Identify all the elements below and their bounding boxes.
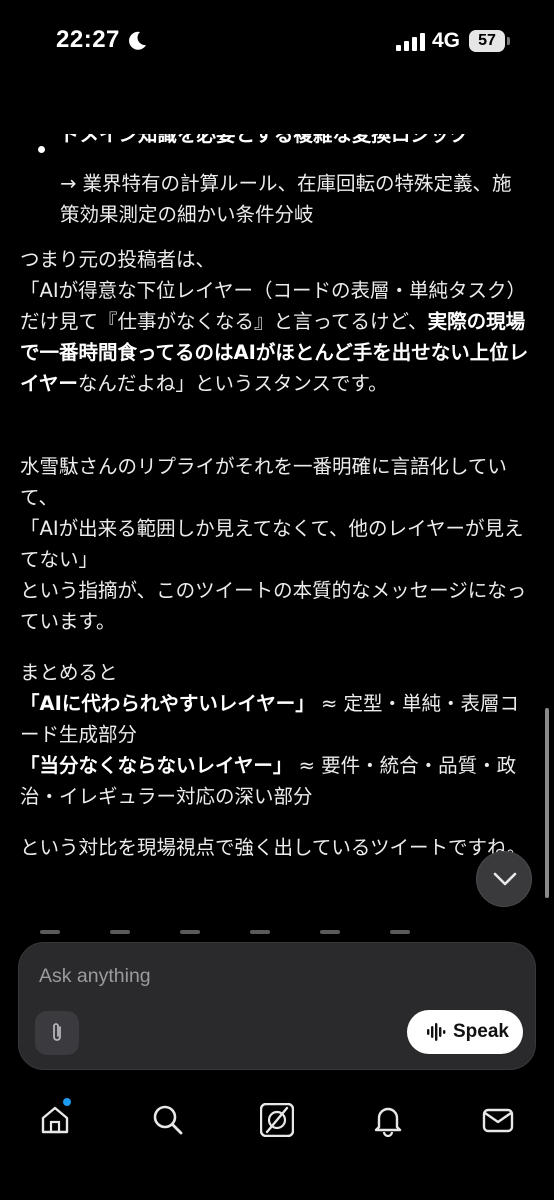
bullet-dot: [38, 146, 45, 153]
moon-icon: [129, 31, 146, 50]
conclusion-bold-2: 「当分なくならないレイヤー」: [20, 754, 293, 777]
speak-label: Speak: [453, 1021, 509, 1042]
reply-end: という指摘が、このツイートの本質的なメッセージになっています。: [20, 579, 527, 633]
tab-grok[interactable]: [255, 1098, 299, 1142]
paragraph-closing: という対比を現場視点で強く出しているツイートですね。: [20, 836, 527, 859]
battery-indicator: 57: [469, 30, 505, 52]
bell-icon: [374, 1107, 402, 1137]
ask-input[interactable]: [39, 961, 499, 991]
tab-home[interactable]: [33, 1098, 77, 1142]
composer: Speak: [18, 942, 536, 1070]
summary-end: なんだよね」というスタンスです。: [77, 372, 388, 395]
paragraph-summary: つまり元の投稿者は、 「AIが得意な下位レイヤー（コードの表層・単純タスク）だけ…: [20, 244, 535, 399]
bottom-tab-bar: [0, 1080, 554, 1200]
tab-notifications[interactable]: [366, 1098, 410, 1142]
summary-intro: つまり元の投稿者は、: [20, 248, 216, 271]
home-notification-dot: [63, 1098, 71, 1106]
grok-icon: [260, 1103, 294, 1137]
attach-button[interactable]: [35, 1011, 79, 1055]
home-icon: [41, 1106, 69, 1134]
status-time: 22:27: [56, 26, 120, 53]
message-content: ドメイン知識を必要とする複雑な変換ロジック → 業界特有の計算ルール、在庫回転の…: [0, 84, 554, 944]
reply-quote: 「AIが出来る範囲しか見えてなくて、他のレイヤーが見えてない」: [20, 517, 524, 571]
tab-messages[interactable]: [476, 1098, 520, 1142]
signal-icon: [396, 33, 425, 51]
reply-intro: 水雪駄さんのリプライがそれを一番明確に言語化していて、: [20, 455, 507, 509]
speak-button[interactable]: Speak: [407, 1010, 523, 1054]
paperclip-icon: [53, 1023, 61, 1041]
battery-cap: [507, 37, 510, 45]
bullet-subtext: → 業界特有の計算ルール、在庫回転の特殊定義、施策効果測定の細かい条件分岐: [60, 172, 512, 226]
conclusion-intro: まとめると: [20, 661, 118, 684]
bullet-title: ドメイン知識を必要とする複雑な変換ロジック: [60, 134, 469, 146]
status-bar: 22:27 4G 57: [0, 0, 554, 84]
network-label: 4G: [432, 29, 461, 52]
search-icon: [153, 1105, 183, 1135]
mail-icon: [482, 1108, 514, 1133]
chevron-down-icon: [493, 872, 517, 886]
scroll-indicator[interactable]: [545, 708, 549, 898]
paragraph-reply: 水雪駄さんのリプライがそれを一番明確に言語化していて、 「AIが出来る範囲しか見…: [20, 451, 535, 637]
message-actions-faded: [40, 924, 460, 936]
scroll-down-button[interactable]: [476, 851, 532, 907]
conclusion-bold-1: 「AIに代わられやすいレイヤー」: [20, 692, 315, 715]
paragraph-conclusion: まとめると 「AIに代わられやすいレイヤー」 ≈ 定型・単純・表層コード生成部分…: [20, 657, 535, 812]
tab-search[interactable]: [146, 1098, 190, 1142]
voice-wave-icon: [427, 1023, 446, 1041]
